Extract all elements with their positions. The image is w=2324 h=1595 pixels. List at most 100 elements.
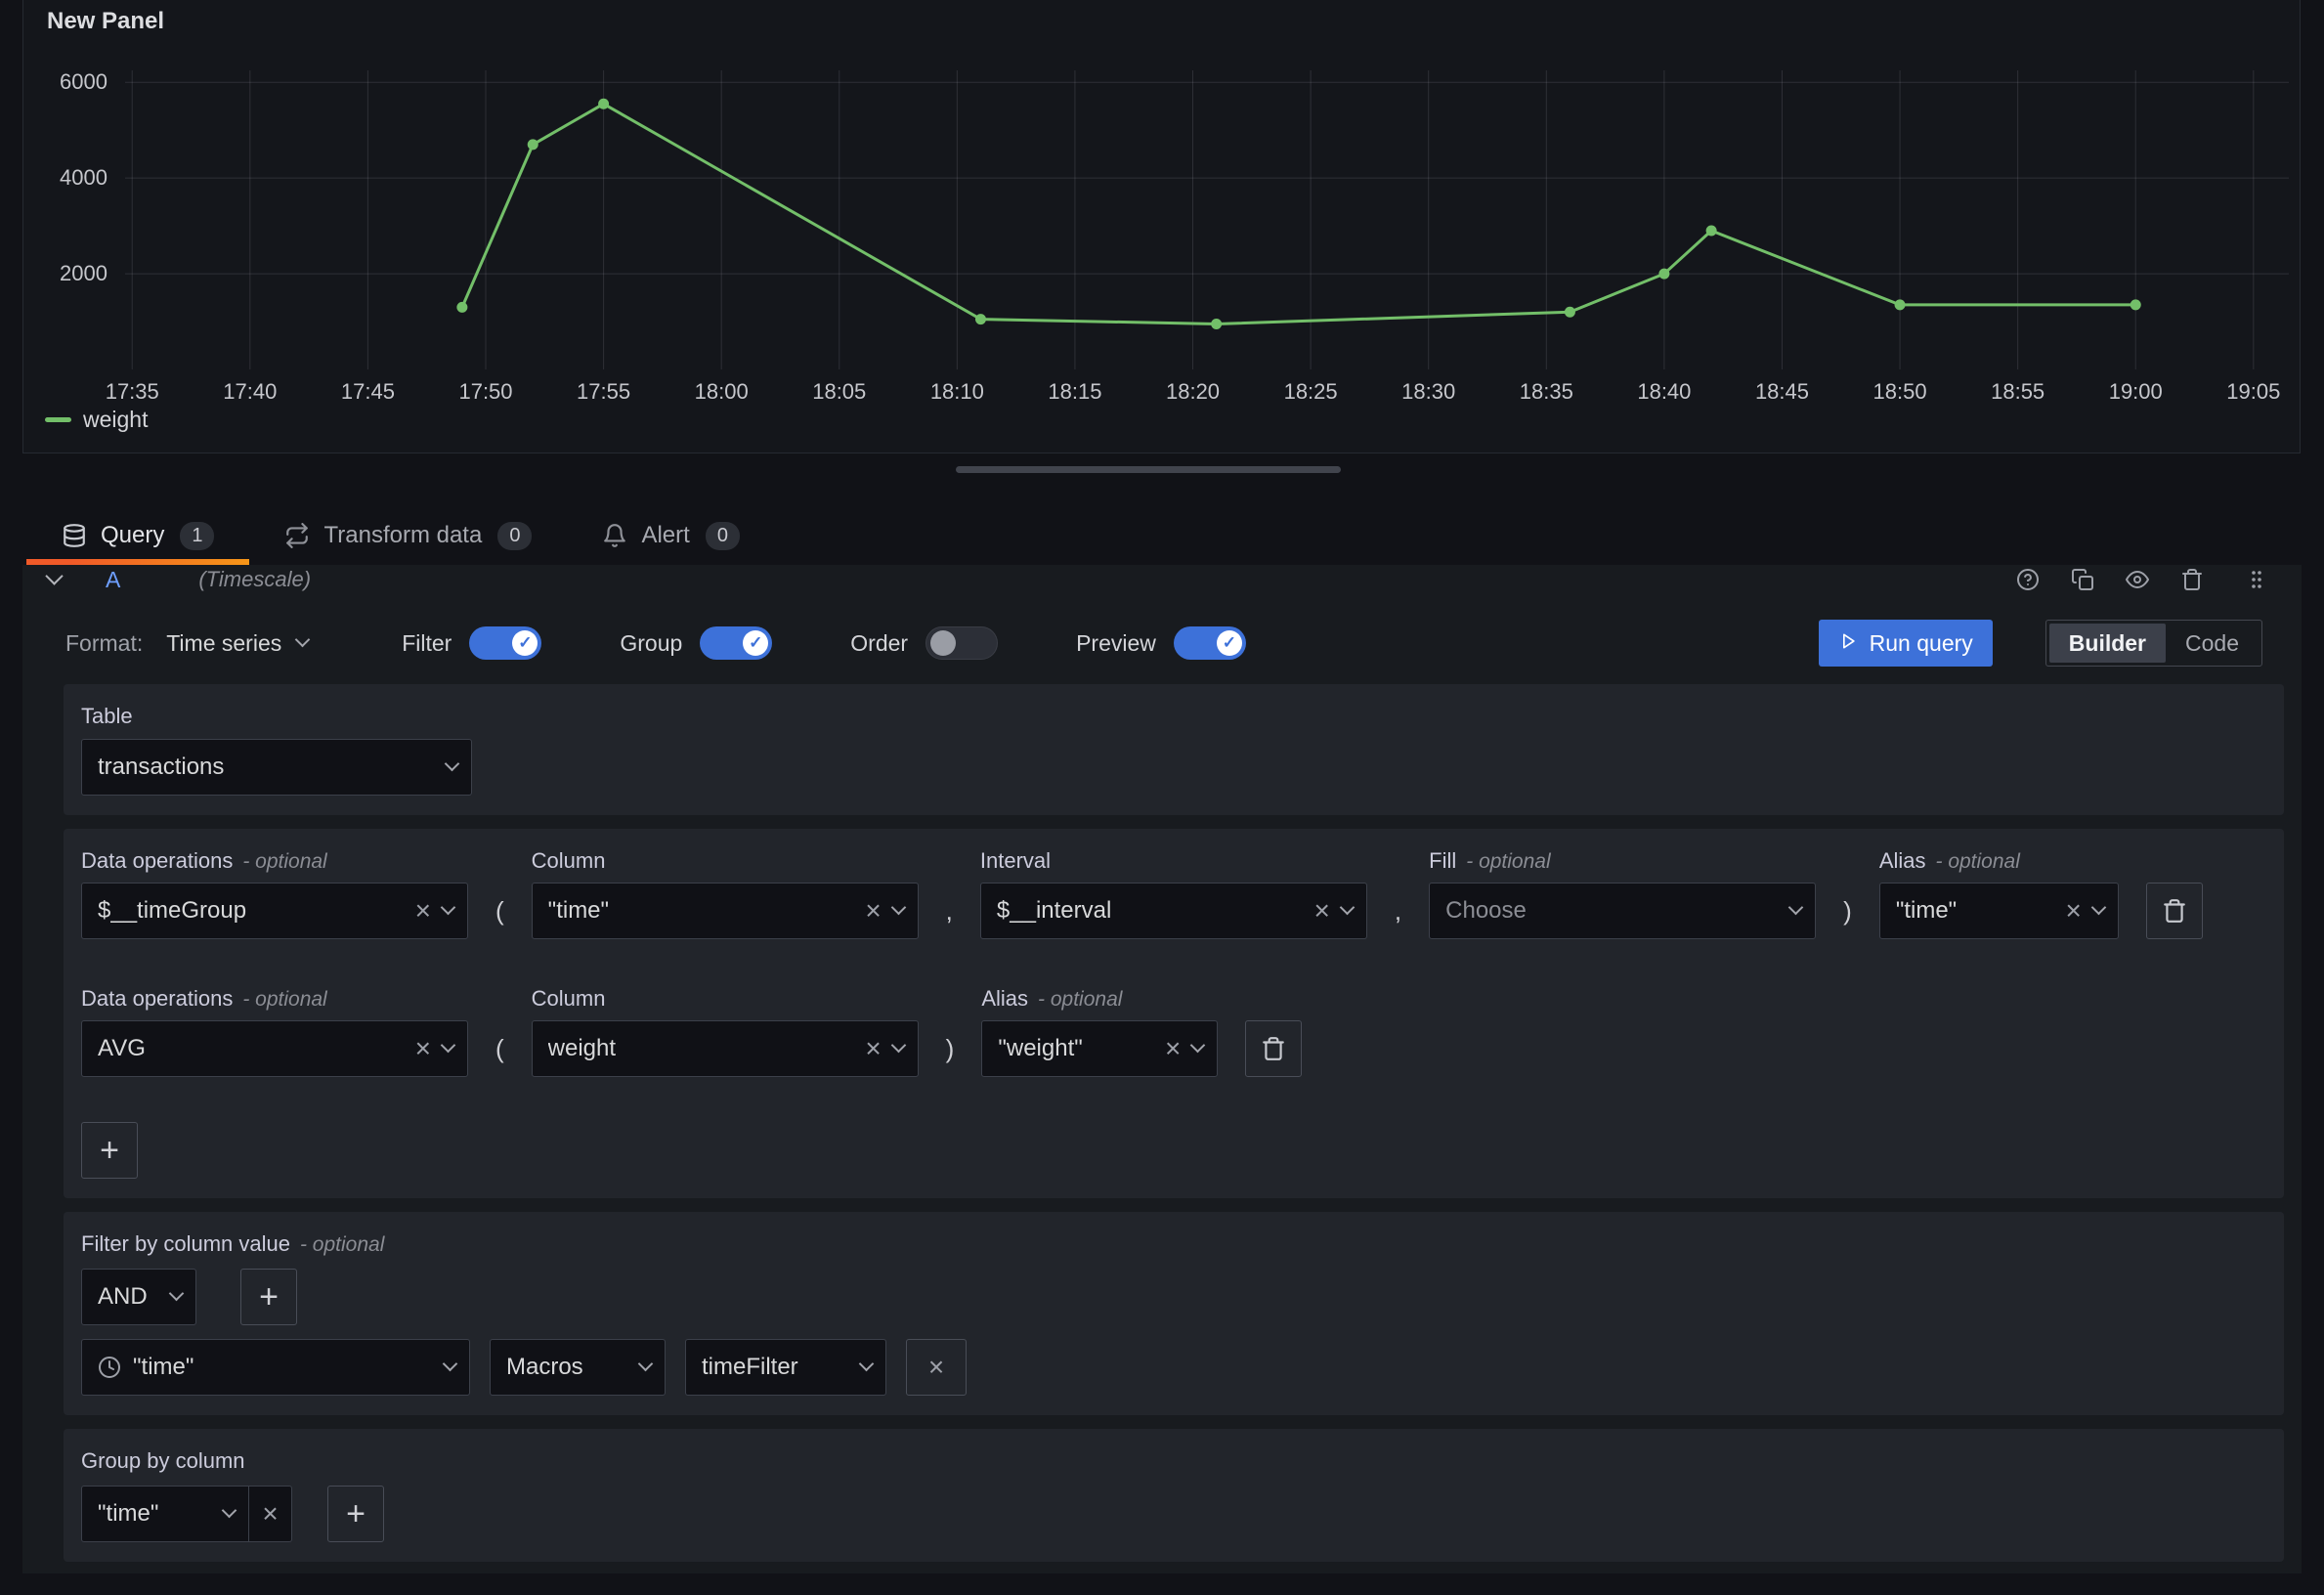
order-toggle-label: Order xyxy=(850,630,908,657)
tab-label: Transform data xyxy=(323,522,482,549)
order-toggle-group: Order xyxy=(850,626,998,660)
remove-groupby-button[interactable]: × xyxy=(249,1486,292,1542)
comma: , xyxy=(946,883,953,939)
select-placeholder: Choose xyxy=(1445,897,1779,925)
optional-hint: - optional xyxy=(300,1233,384,1257)
clear-icon[interactable]: × xyxy=(865,1035,881,1062)
filter-column-select[interactable]: "time" xyxy=(81,1339,470,1396)
chevron-down-icon xyxy=(1788,900,1804,916)
column-select[interactable]: "time" × xyxy=(532,883,919,939)
preview-switch[interactable] xyxy=(1174,626,1246,660)
help-icon[interactable] xyxy=(2016,568,2040,591)
table-select[interactable]: transactions xyxy=(81,739,472,796)
x-axis-tick: 18:55 xyxy=(1991,379,2044,405)
filter-section: Filter by column value - optional AND + … xyxy=(64,1212,2284,1415)
delete-row-trash-button[interactable] xyxy=(2146,883,2203,939)
x-axis-tick: 17:35 xyxy=(106,379,159,405)
clear-icon[interactable]: × xyxy=(415,1035,431,1062)
transform-icon xyxy=(284,523,310,548)
drag-handle-icon[interactable] xyxy=(2245,568,2268,591)
chevron-down-icon xyxy=(295,632,311,648)
clear-icon[interactable]: × xyxy=(1314,897,1330,925)
mode-builder-button[interactable]: Builder xyxy=(2049,624,2166,663)
operator-select[interactable]: AND xyxy=(81,1269,196,1325)
tab-counter: 0 xyxy=(706,522,740,550)
dataops-select[interactable]: AVG × xyxy=(81,1020,468,1077)
preview-toggle-label: Preview xyxy=(1076,630,1156,657)
interval-select[interactable]: $__interval × xyxy=(980,883,1367,939)
dataops-field: Data operations - optional AVG × xyxy=(81,986,468,1077)
dataops-select[interactable]: $__timeGroup × xyxy=(81,883,468,939)
filter-switch[interactable] xyxy=(469,626,541,660)
clear-icon[interactable]: × xyxy=(415,897,431,925)
clear-icon[interactable]: × xyxy=(1165,1035,1181,1062)
fill-select[interactable]: Choose xyxy=(1429,883,1816,939)
separator: ) xyxy=(1843,848,1852,939)
x-axis-tick: 18:35 xyxy=(1520,379,1573,405)
table-select-value: transactions xyxy=(98,754,435,781)
tab-label: Query xyxy=(101,522,164,549)
clear-icon[interactable]: × xyxy=(2065,897,2081,925)
query-ref-id: A xyxy=(106,567,120,593)
field-label: Column xyxy=(532,848,606,874)
x-axis-tick: 18:40 xyxy=(1637,379,1691,405)
add-groupby-button[interactable]: + xyxy=(327,1486,384,1542)
duplicate-query-icon[interactable] xyxy=(2071,568,2094,591)
remove-filter-button[interactable]: × xyxy=(906,1339,967,1396)
x-axis-tick: 17:55 xyxy=(577,379,630,405)
add-filter-button[interactable]: + xyxy=(240,1269,297,1325)
field-label: Alias xyxy=(981,986,1028,1012)
legend-series-label[interactable]: weight xyxy=(83,407,148,433)
group-switch[interactable] xyxy=(700,626,772,660)
table-row: transactions xyxy=(81,739,2266,796)
macro-value-select[interactable]: timeFilter xyxy=(685,1339,886,1396)
format-select[interactable]: Time series xyxy=(166,630,308,657)
x-axis-tick: 18:10 xyxy=(930,379,984,405)
groupby-row: "time" × + xyxy=(81,1486,2266,1542)
hide-query-eye-icon[interactable] xyxy=(2126,568,2149,591)
tab-query[interactable]: Query 1 xyxy=(26,506,249,565)
close-icon: × xyxy=(928,1354,944,1381)
macros-select[interactable]: Macros xyxy=(490,1339,666,1396)
chevron-down-icon[interactable] xyxy=(45,567,63,584)
y-axis-tick: 6000 xyxy=(60,69,108,95)
delete-row-trash-button[interactable] xyxy=(1245,1020,1302,1077)
editor-mode-group: Builder Code xyxy=(2045,620,2262,667)
y-axis-tick: 4000 xyxy=(60,165,108,191)
field-label: Fill xyxy=(1429,848,1456,874)
alias-select[interactable]: "time" × xyxy=(1879,883,2119,939)
dataops-row-1: Data operations - optional $__timeGroup … xyxy=(81,848,2266,939)
select-value: "weight" xyxy=(998,1035,1153,1062)
alias-field: Alias - optional "time" × xyxy=(1879,848,2119,939)
mode-code-button[interactable]: Code xyxy=(2166,624,2259,663)
tab-alert[interactable]: Alert 0 xyxy=(567,506,774,565)
chevron-down-icon xyxy=(890,900,906,916)
run-query-button[interactable]: Run query xyxy=(1819,620,1993,667)
select-value: weight xyxy=(548,1035,854,1062)
add-operation-row: + xyxy=(81,1122,2266,1179)
panel-title: New Panel xyxy=(47,8,164,35)
groupby-select[interactable]: "time" xyxy=(81,1486,249,1542)
pane-resize-handle[interactable] xyxy=(956,466,1341,473)
add-operation-button[interactable]: + xyxy=(81,1122,138,1179)
alias-select[interactable]: "weight" × xyxy=(981,1020,1218,1077)
filter-section-label: Filter by column value xyxy=(81,1231,290,1257)
table-section-label: Table xyxy=(81,704,133,729)
filter-operator-row: AND + xyxy=(81,1269,2266,1325)
column-select[interactable]: weight × xyxy=(532,1020,919,1077)
order-switch[interactable] xyxy=(925,626,998,660)
trash-icon[interactable] xyxy=(2180,568,2204,591)
bell-icon xyxy=(602,523,627,548)
x-axis-tick: 18:00 xyxy=(695,379,749,405)
query-row-header[interactable]: A (Timescale) xyxy=(22,565,2302,594)
tab-transform-data[interactable]: Transform data 0 xyxy=(249,506,567,565)
chevron-down-icon xyxy=(859,1357,875,1372)
clear-icon[interactable]: × xyxy=(865,897,881,925)
separator: , xyxy=(946,848,953,939)
field-label: Column xyxy=(532,986,606,1012)
remove-column xyxy=(2146,848,2203,939)
groupby-section: Group by column "time" × + xyxy=(64,1429,2284,1562)
field-label: Data operations xyxy=(81,848,233,874)
query-editor-card: A (Timescale) Format: Time series xyxy=(22,565,2302,1573)
switch-knob xyxy=(930,630,956,656)
